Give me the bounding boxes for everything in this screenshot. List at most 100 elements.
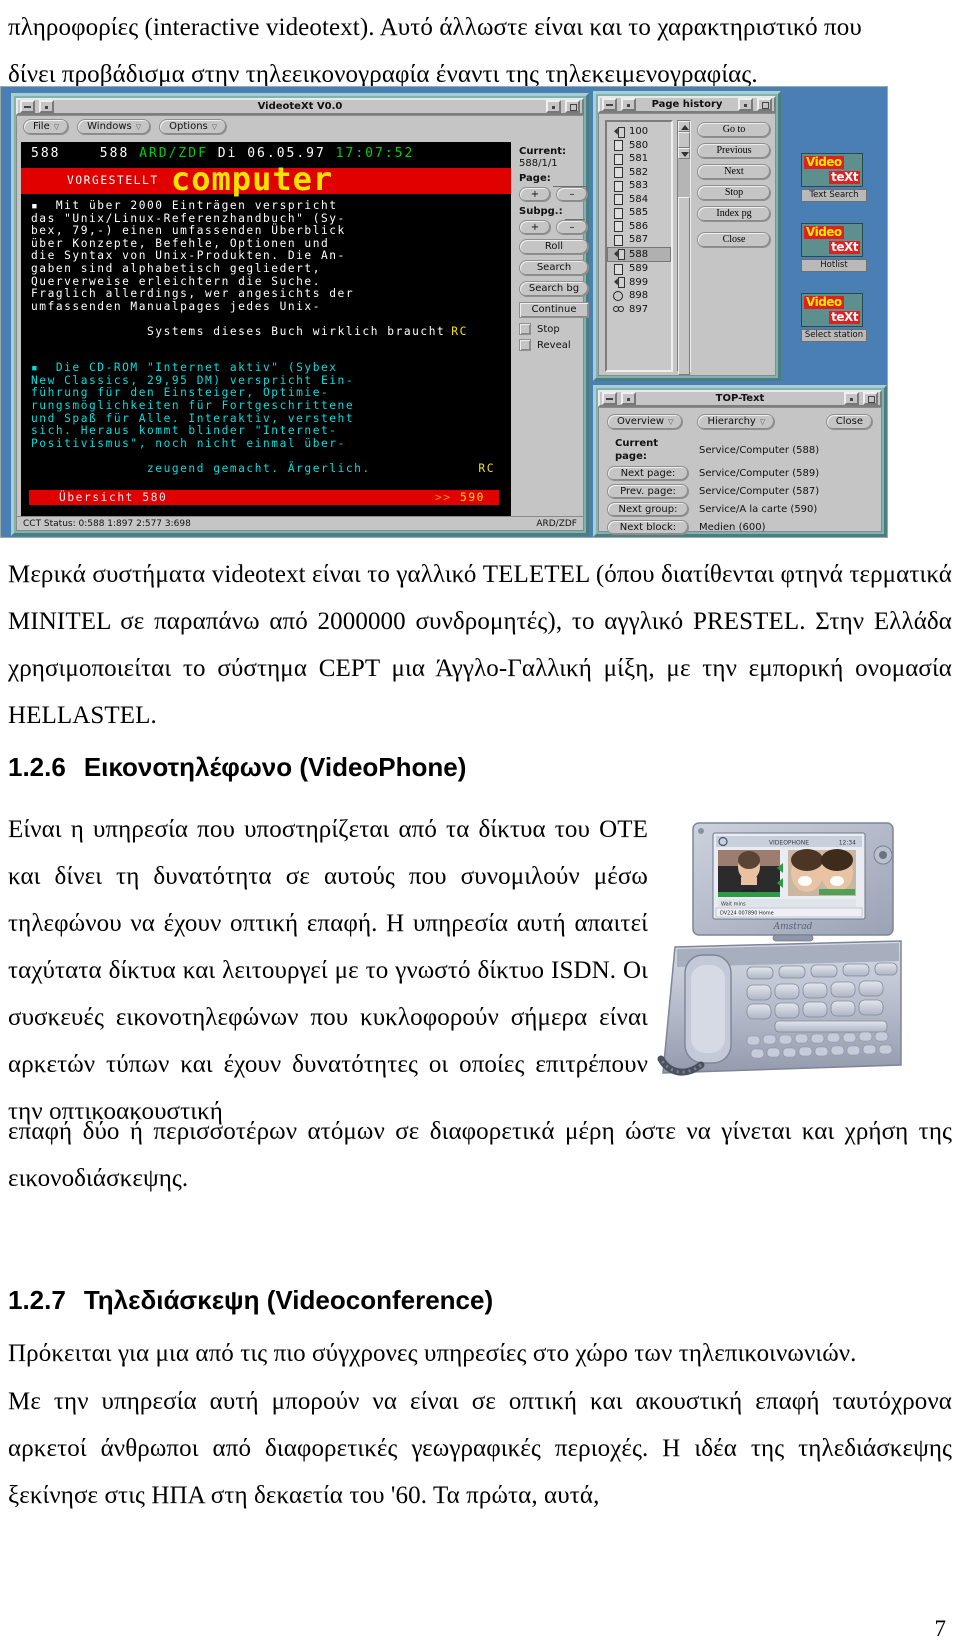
list-item[interactable]: 583: [607, 179, 671, 193]
subpage-plus-button[interactable]: +: [519, 220, 551, 235]
stop-checkbox-row[interactable]: Stop: [519, 323, 589, 335]
page-plus-button[interactable]: +: [519, 187, 551, 202]
current-label: Current:: [519, 146, 567, 157]
current-value: 588/1/1: [519, 158, 558, 169]
previous-button[interactable]: Previous: [697, 143, 771, 159]
restore-icon[interactable]: [738, 98, 753, 111]
tt-b1-l9: Systems dieses Buch wirklich braucht RC: [31, 313, 511, 351]
videotext-statusbar: CCT Status: 0:588 1:897 2:577 3:698 ARD/…: [17, 516, 583, 530]
menu-dot-icon[interactable]: [621, 392, 636, 405]
close-button[interactable]: Close: [697, 232, 771, 248]
page-history-titlebar[interactable]: Page history: [598, 96, 776, 113]
desktop-icon-text-search[interactable]: Video teXt Text Search: [801, 153, 867, 202]
page-history-scrollbar[interactable]: [677, 120, 691, 375]
videotext-titlebar[interactable]: VideoteXt V0.0: [16, 98, 584, 115]
minimize-icon[interactable]: [602, 98, 617, 111]
minimize-icon[interactable]: [602, 392, 617, 405]
list-item-selected[interactable]: 588: [607, 246, 671, 262]
next-page-button[interactable]: Next page:: [607, 466, 689, 481]
logo-word-top: Video: [804, 295, 844, 309]
prev-page-button[interactable]: Prev. page:: [607, 484, 689, 499]
tt-b1-l9-text: Systems dieses Buch wirklich braucht: [147, 324, 446, 338]
stop-checkbox[interactable]: [519, 323, 531, 335]
list-item[interactable]: 898: [607, 289, 671, 303]
roll-button[interactable]: Roll: [519, 239, 589, 255]
scrollbar-thumb[interactable]: [678, 132, 690, 148]
page-icon: [613, 153, 623, 165]
list-item[interactable]: 582: [607, 166, 671, 180]
scrollbar-track-thumb[interactable]: [678, 197, 690, 375]
menu-dot-icon[interactable]: [39, 100, 54, 113]
next-button[interactable]: Next: [697, 164, 771, 180]
list-item[interactable]: 100: [607, 125, 671, 139]
list-item[interactable]: 581: [607, 152, 671, 166]
restore-icon[interactable]: [844, 392, 859, 405]
list-item[interactable]: 589: [607, 262, 671, 276]
maximize-icon[interactable]: [565, 100, 580, 113]
menu-file[interactable]: File ▽: [23, 119, 70, 135]
list-item[interactable]: 897: [607, 303, 671, 317]
list-item-label: 588: [629, 248, 649, 260]
tt-b1-l7: Fraglich allerdings, wer angesichts der: [31, 287, 355, 301]
page-icon: [613, 180, 623, 192]
tt-channel: ARD/ZDF: [139, 146, 208, 161]
scroll-up-icon[interactable]: [678, 121, 690, 132]
list-item-label: 586: [629, 220, 649, 232]
reveal-checkbox[interactable]: [519, 339, 531, 351]
list-item[interactable]: 899: [607, 276, 671, 290]
videoconf-text-1: Πρόκειται για μια από τις πιο σύγχρονες …: [8, 1340, 857, 1367]
scroll-down-icon[interactable]: [678, 148, 690, 159]
teletext-screen[interactable]: 588 588 ARD/ZDF Di 06.05.97 17:07:52 VOR…: [21, 142, 511, 526]
page-history-list[interactable]: 100 580 581 582 583 584 585 586 587 588 …: [605, 120, 673, 372]
desktop-icon-select-station[interactable]: Video teXt Select station: [801, 293, 867, 342]
subpage-minus-button[interactable]: –: [556, 220, 588, 235]
videotext-screenshot-figure: VideoteXt V0.0 File ▽ Windows ▽ Options …: [0, 86, 888, 538]
page-input[interactable]: [552, 176, 589, 187]
menu-windows[interactable]: Windows ▽: [77, 119, 152, 135]
teletext-footer-arrows: >>: [434, 491, 452, 505]
minimize-icon[interactable]: [20, 100, 35, 113]
search-button[interactable]: Search: [519, 260, 589, 276]
goto-button[interactable]: Go to: [697, 122, 771, 138]
tt-time: 17:07:52: [335, 146, 415, 161]
tt-b2-signature: RC: [478, 461, 495, 475]
tt-b1-l0: ▪ Mit über 2000 Einträgen verspricht: [31, 199, 338, 212]
videoconference-paragraph-1: Πρόκειται για μια από τις πιο σύγχρονες …: [8, 1330, 952, 1377]
maximize-icon[interactable]: [863, 392, 878, 405]
top-text-titlebar[interactable]: TOP-Text: [598, 390, 882, 407]
tt-b2-l7-text: zeugend gemacht. Ärgerlich.: [147, 461, 371, 475]
chevron-down-icon: ▽: [211, 123, 218, 131]
list-item[interactable]: 584: [607, 193, 671, 207]
list-item[interactable]: 587: [607, 233, 671, 247]
menu-options[interactable]: Options ▽: [159, 119, 228, 135]
page-history-buttons: Go to Previous Next Stop Index pg Close: [697, 122, 771, 253]
list-item-label: 898: [629, 290, 649, 301]
reveal-checkbox-row[interactable]: Reveal: [519, 339, 589, 351]
list-item[interactable]: 585: [607, 206, 671, 220]
top-text-row-next-page: Next page: Service/Computer (589): [607, 466, 873, 481]
search-bg-button[interactable]: Search bg: [519, 281, 589, 297]
chevron-down-icon: ▽: [668, 418, 674, 426]
maximize-icon[interactable]: [757, 98, 772, 111]
list-item-label: 587: [629, 234, 649, 245]
current-page-key: Current page:: [615, 438, 659, 462]
restore-icon[interactable]: [546, 100, 561, 113]
list-item[interactable]: 580: [607, 139, 671, 153]
top-text-close-button[interactable]: Close: [825, 414, 873, 430]
stop-button[interactable]: Stop: [697, 185, 771, 201]
list-item[interactable]: 586: [607, 220, 671, 234]
overview-button[interactable]: Overview ▽: [607, 414, 684, 430]
next-block-button[interactable]: Next block:: [607, 520, 689, 535]
menu-dot-icon[interactable]: [621, 98, 636, 111]
subpage-input[interactable]: [564, 209, 585, 220]
heading-1-2-7-text: Τηλεδιάσκεψη (Videoconference): [83, 1285, 494, 1315]
next-group-button[interactable]: Next group:: [607, 502, 689, 517]
hierarchy-button[interactable]: Hierarchy ▽: [697, 414, 776, 430]
page-icon: [613, 221, 623, 233]
page-icon: [613, 263, 623, 275]
continue-button[interactable]: Continue: [519, 302, 589, 318]
index-pg-button[interactable]: Index pg: [697, 206, 771, 222]
page-minus-button[interactable]: –: [556, 187, 588, 202]
list-item-label: 100: [629, 126, 649, 137]
desktop-icon-hotlist[interactable]: Video teXt Hotlist: [801, 223, 867, 272]
